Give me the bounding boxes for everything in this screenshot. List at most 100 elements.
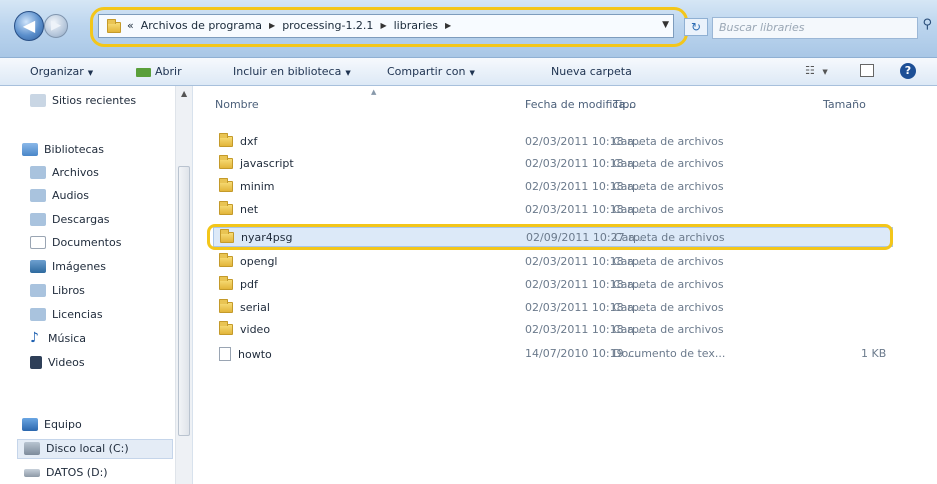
include-in-library-button[interactable]: Incluir en biblioteca ▼ (233, 65, 351, 78)
sidebar-item-label: Bibliotecas (44, 143, 105, 156)
table-row[interactable]: javascript 02/03/2011 10:18 a... Carpeta… (213, 154, 893, 174)
table-row[interactable]: opengl 02/03/2011 10:18 a... Carpeta de … (213, 252, 893, 272)
file-name: video (240, 323, 271, 336)
breadcrumb-overflow[interactable]: « (127, 19, 134, 32)
sidebar-item-licencias[interactable]: Licencias (30, 308, 103, 321)
table-row-selected[interactable]: nyar4psg 02/09/2011 10:27 a... Carpeta d… (213, 227, 893, 247)
sidebar-item-videos[interactable]: Videos (30, 356, 85, 369)
videos-icon (30, 356, 42, 369)
file-type: Carpeta de archivos (613, 203, 724, 216)
sidebar-item-label: Archivos (52, 166, 99, 179)
sidebar-item-disk-d[interactable]: DATOS (D:) (24, 466, 108, 479)
file-name: dxf (240, 135, 258, 148)
open-icon (136, 67, 151, 77)
text-document-icon (219, 347, 231, 361)
share-with-button[interactable]: Compartir con ▼ (387, 65, 475, 78)
table-row[interactable]: video 02/03/2011 10:18 a... Carpeta de a… (213, 320, 893, 340)
file-name: pdf (240, 278, 258, 291)
organize-button[interactable]: Organizar ▼ (30, 65, 93, 78)
sidebar-item-label: Sitios recientes (52, 94, 137, 107)
sidebar-scrollbar[interactable]: ▲ (175, 86, 192, 484)
scrollbar-thumb[interactable] (178, 166, 190, 436)
chevron-down-icon[interactable]: ▼ (662, 20, 669, 30)
sidebar-item-imagenes[interactable]: Imágenes (30, 260, 106, 273)
table-row[interactable]: minim 02/03/2011 10:18 a... Carpeta de a… (213, 177, 893, 197)
breadcrumb[interactable]: « Archivos de programa ▶ processing-1.2.… (98, 14, 674, 38)
back-button[interactable]: ◀ (14, 11, 44, 41)
file-size: 1 KB (861, 347, 887, 360)
sidebar-item-label: Música (48, 332, 87, 345)
sidebar-item-disk-c[interactable]: Disco local (C:) (24, 442, 129, 455)
preview-pane-icon[interactable] (860, 64, 874, 77)
sort-indicator-icon: ▲ (371, 88, 377, 96)
file-type: Carpeta de archivos (613, 157, 724, 170)
table-row[interactable]: howto 14/07/2010 10:19 ... Documento de … (213, 344, 893, 364)
sidebar-item-libraries[interactable]: Bibliotecas (22, 143, 104, 156)
downloads-library-icon (30, 213, 46, 226)
sidebar-item-label: Videos (48, 356, 85, 369)
open-button[interactable]: Abrir (136, 65, 182, 78)
music-icon: ♪ (30, 330, 39, 346)
file-name: minim (240, 180, 275, 193)
chevron-right-icon[interactable]: ▶ (445, 21, 451, 30)
breadcrumb-item[interactable]: libraries (394, 19, 438, 32)
table-row[interactable]: dxf 02/03/2011 10:18 a... Carpeta de arc… (213, 132, 893, 152)
forward-button[interactable]: ▶ (44, 14, 68, 38)
folder-icon (219, 178, 233, 192)
table-row[interactable]: net 02/03/2011 10:18 a... Carpeta de arc… (213, 200, 893, 220)
file-type: Carpeta de archivos (613, 278, 724, 291)
sidebar-item-recent[interactable]: Sitios recientes (30, 94, 136, 107)
sidebar-item-label: Documentos (52, 236, 122, 249)
file-name: howto (238, 347, 272, 361)
sidebar-item-label: Imágenes (52, 260, 106, 273)
folder-icon (107, 19, 121, 33)
sidebar-item-libros[interactable]: Libros (30, 284, 85, 297)
recent-places-icon (30, 94, 46, 107)
sidebar-item-label: Audios (52, 189, 89, 202)
sidebar-item-audios[interactable]: Audios (30, 189, 89, 202)
breadcrumb-item[interactable]: Archivos de programa (141, 19, 262, 32)
chevron-right-icon[interactable]: ▶ (269, 21, 275, 30)
sidebar-item-label: DATOS (D:) (46, 466, 108, 479)
search-input[interactable]: Buscar libraries (712, 17, 918, 39)
computer-icon (22, 418, 38, 431)
sidebar-item-label: Equipo (44, 418, 82, 431)
column-header-name[interactable]: Nombre (215, 98, 259, 111)
table-row[interactable]: pdf 02/03/2011 10:18 a... Carpeta de arc… (213, 275, 893, 295)
folder-icon (219, 321, 233, 335)
folder-icon (219, 155, 233, 169)
licenses-library-icon (30, 308, 46, 321)
column-header-size[interactable]: Tamaño (823, 98, 866, 111)
documents-library-icon (30, 166, 46, 179)
sidebar-item-label: Disco local (C:) (46, 442, 129, 455)
sidebar-item-documentos[interactable]: Documentos (30, 236, 121, 249)
chevron-right-icon[interactable]: ▶ (380, 21, 386, 30)
address-bar: ◀ ▶ « Archivos de programa ▶ processing-… (0, 0, 937, 58)
column-header-type[interactable]: Tipo (613, 98, 636, 111)
sidebar-item-label: Libros (52, 284, 85, 297)
breadcrumb-item[interactable]: processing-1.2.1 (282, 19, 373, 32)
file-type: Documento de tex... (613, 347, 726, 360)
views-icon[interactable]: ☷ ▼ (805, 64, 828, 77)
sidebar-item-musica[interactable]: ♪ Música (30, 330, 87, 346)
folder-icon (219, 201, 233, 215)
new-folder-button[interactable]: Nueva carpeta (551, 65, 632, 78)
scroll-up-icon[interactable]: ▲ (181, 89, 187, 98)
libraries-icon (22, 143, 38, 156)
help-icon[interactable]: ? (900, 63, 916, 79)
file-type: Carpeta de archivos (613, 135, 724, 148)
file-name: serial (240, 301, 270, 314)
documents-icon (30, 236, 46, 249)
sidebar-item-archivos[interactable]: Archivos (30, 166, 99, 179)
file-name: javascript (240, 157, 294, 170)
folder-icon (219, 276, 233, 290)
navigation-pane: Sitios recientes Bibliotecas Archivos Au… (0, 86, 193, 484)
file-type: Carpeta de archivos (613, 301, 724, 314)
refresh-button[interactable]: ↻ (684, 18, 708, 36)
table-row[interactable]: serial 02/03/2011 10:18 a... Carpeta de … (213, 298, 893, 318)
sidebar-item-computer[interactable]: Equipo (22, 418, 82, 431)
command-bar: Organizar ▼ Abrir Incluir en biblioteca ▼ … (0, 58, 937, 86)
search-icon[interactable]: ⚲ (922, 17, 932, 32)
folder-icon (220, 229, 234, 243)
sidebar-item-descargas[interactable]: Descargas (30, 213, 110, 226)
